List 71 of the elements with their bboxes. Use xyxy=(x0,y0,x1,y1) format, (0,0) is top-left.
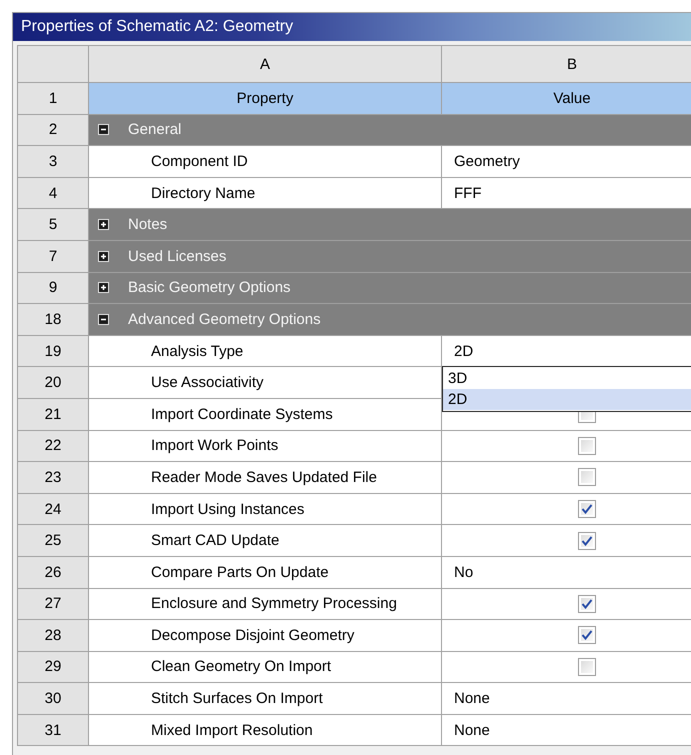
property-name: Compare Parts On Update xyxy=(89,556,442,588)
row-number: 26 xyxy=(18,556,89,588)
property-name: Reader Mode Saves Updated File xyxy=(89,462,442,493)
row-number: 7 xyxy=(18,240,89,272)
property-name: Import Coordinate Systems xyxy=(89,398,442,430)
row-number: 9 xyxy=(18,272,89,304)
row-number: 25 xyxy=(18,525,89,556)
row-number: 24 xyxy=(18,494,89,524)
checkbox[interactable] xyxy=(578,500,596,518)
group-label: Basic Geometry Options xyxy=(128,279,291,296)
plus-box-icon[interactable] xyxy=(98,219,109,230)
group-row[interactable]: Notes xyxy=(89,209,691,240)
header-cell: Value xyxy=(442,83,691,114)
group-label: Notes xyxy=(128,216,168,234)
group-label: Used Licenses xyxy=(128,248,226,265)
property-name: Use Associativity xyxy=(89,367,442,398)
row-number: 4 xyxy=(18,178,89,208)
row-number: 31 xyxy=(18,714,89,746)
checkbox[interactable] xyxy=(578,626,596,644)
property-name: Smart CAD Update xyxy=(89,525,442,556)
property-name: Directory Name xyxy=(89,178,442,208)
row-number: 1 xyxy=(18,83,89,114)
property-name: Enclosure and Symmetry Processing xyxy=(89,588,442,620)
minus-box-icon[interactable] xyxy=(98,314,109,325)
dropdown-value[interactable]: 2D xyxy=(454,342,474,360)
row-number: 19 xyxy=(18,336,89,366)
checkbox[interactable] xyxy=(578,436,596,455)
row-number: 18 xyxy=(18,304,89,335)
checkbox[interactable] xyxy=(578,594,596,613)
panel-title: Properties of Schematic A2: Geometry xyxy=(21,18,294,36)
group-label: Advanced Geometry Options xyxy=(128,310,321,328)
row-number: 30 xyxy=(18,683,89,714)
dropdown-option[interactable]: 2D xyxy=(443,388,691,410)
property-name: Import Work Points xyxy=(89,430,442,462)
property-value: FFF xyxy=(454,184,482,202)
property-name: Analysis Type xyxy=(89,336,442,366)
property-name: Component ID xyxy=(89,146,442,177)
group-label: General xyxy=(128,121,182,138)
property-value: No xyxy=(454,564,474,581)
group-row[interactable]: Basic Geometry Options xyxy=(89,272,691,304)
plus-box-icon[interactable] xyxy=(98,282,109,294)
row-number: 27 xyxy=(18,588,89,620)
row-number: 5 xyxy=(18,209,89,240)
plus-box-icon[interactable] xyxy=(98,250,109,262)
property-value: None xyxy=(454,722,490,739)
row-number: 2 xyxy=(18,114,89,146)
row-number: 23 xyxy=(18,462,89,493)
property-value: None xyxy=(454,690,490,708)
group-row[interactable]: Used Licenses xyxy=(89,240,691,272)
row-number: 21 xyxy=(18,398,89,430)
property-name: Clean Geometry On Import xyxy=(89,652,442,682)
property-name: Mixed Import Resolution xyxy=(89,714,442,746)
checkbox[interactable] xyxy=(578,532,596,550)
property-name: Decompose Disjoint Geometry xyxy=(89,620,442,651)
minus-box-icon[interactable] xyxy=(98,124,109,136)
column-header: A xyxy=(89,46,442,82)
row-number: 3 xyxy=(18,146,89,177)
header-cell: Property xyxy=(89,83,442,114)
checkbox[interactable] xyxy=(578,468,596,486)
row-number: 20 xyxy=(18,367,89,398)
row-number: 22 xyxy=(18,430,89,462)
group-row[interactable]: General xyxy=(89,114,691,146)
property-name: Import Using Instances xyxy=(89,494,442,524)
property-value: Geometry xyxy=(454,152,520,170)
row-number: 28 xyxy=(18,620,89,651)
dropdown-option[interactable]: 3D xyxy=(443,368,691,389)
row-number: 29 xyxy=(18,652,89,682)
property-name: Stitch Surfaces On Import xyxy=(89,683,442,714)
checkbox[interactable] xyxy=(578,658,596,676)
column-header: B xyxy=(442,46,691,82)
group-row[interactable]: Advanced Geometry Options xyxy=(89,304,691,335)
